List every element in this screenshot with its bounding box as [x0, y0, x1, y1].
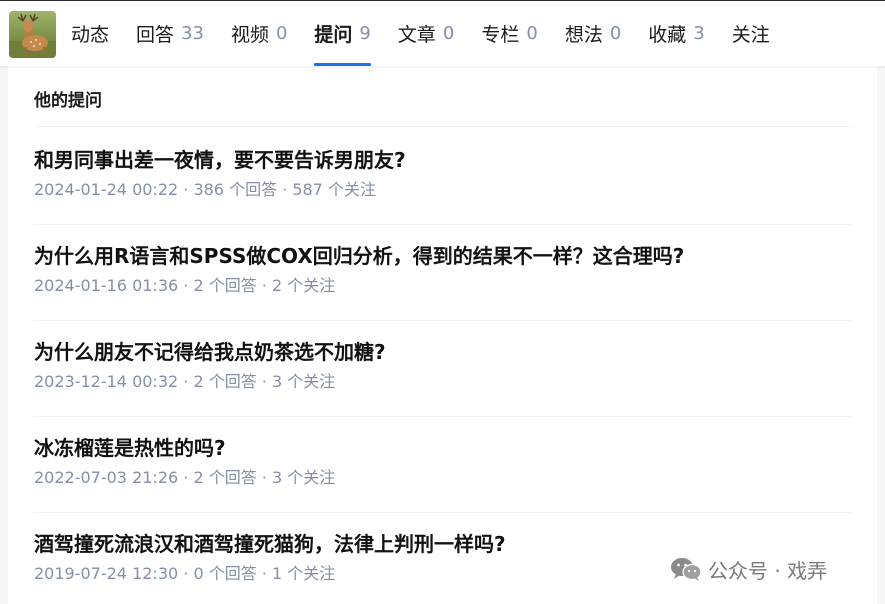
tab-label: 收藏	[648, 24, 687, 46]
question-meta: 2022-07-03 21:26 · 2 个回答 · 3 个关注	[34, 468, 336, 487]
tab-questions[interactable]: 提问 9	[314, 1, 372, 66]
tab-label: 想法	[564, 24, 603, 46]
tab-following[interactable]: 关注	[732, 1, 770, 66]
tab-count: 9	[359, 23, 371, 44]
tab-label: 关注	[731, 24, 770, 46]
question-meta: 2023-12-14 00:32 · 2 个回答 · 3 个关注	[34, 372, 336, 391]
tab-count: 0	[442, 23, 455, 44]
tab-label: 回答	[136, 24, 175, 46]
divider	[34, 512, 852, 513]
watermark: 公众号 · 戏弄	[670, 552, 827, 586]
divider	[34, 126, 852, 127]
tab-count: 0	[609, 23, 622, 44]
question-item[interactable]: 为什么用R语言和SPSS做COX回归分析，得到的结果不一样？这合理吗? 2024…	[34, 242, 852, 297]
avatar[interactable]	[9, 11, 56, 58]
wechat-icon	[671, 558, 702, 581]
tab-label: 文章	[397, 24, 436, 46]
tab-label: 视频	[230, 24, 269, 46]
watermark-text: 公众号 · 戏弄	[708, 558, 828, 583]
divider	[34, 320, 852, 321]
deer-avatar-image	[9, 11, 56, 58]
question-meta: 2024-01-24 00:22 · 386 个回答 · 587 个关注	[34, 180, 376, 199]
tab-collections[interactable]: 收藏 3	[648, 1, 704, 66]
tab-answers[interactable]: 回答 33	[136, 1, 204, 66]
question-title[interactable]: 和男同事出差一夜情，要不要告诉男朋友?	[34, 146, 852, 174]
question-item[interactable]: 和男同事出差一夜情，要不要告诉男朋友? 2024-01-24 00:22 · 3…	[34, 146, 852, 201]
tab-thoughts[interactable]: 想法 0	[565, 1, 621, 66]
tab-count: 0	[526, 23, 538, 44]
question-title[interactable]: 冰冻榴莲是热性的吗?	[34, 434, 852, 462]
tab-list: 动态 回答 33 视频 0 提问 9 文章 0 专栏 0 想法 0 收藏 3 关注	[71, 1, 797, 66]
tab-videos[interactable]: 视频 0	[231, 1, 287, 66]
profile-page: 动态 回答 33 视频 0 提问 9 文章 0 专栏 0 想法 0 收藏 3 关注 他的提问 …	[0, 0, 885, 604]
divider	[34, 224, 852, 225]
divider	[34, 416, 852, 417]
tab-count: 33	[181, 23, 204, 44]
section-title: 他的提问	[34, 91, 102, 111]
tab-label: 提问	[314, 24, 353, 46]
question-item[interactable]: 为什么朋友不记得给我点奶茶选不加糖? 2023-12-14 00:32 · 2 …	[34, 338, 852, 393]
question-title[interactable]: 为什么用R语言和SPSS做COX回归分析，得到的结果不一样？这合理吗?	[34, 242, 852, 270]
tab-columns[interactable]: 专栏 0	[481, 1, 537, 66]
tab-count: 0	[275, 23, 288, 44]
question-title[interactable]: 为什么朋友不记得给我点奶茶选不加糖?	[34, 338, 852, 366]
tab-label: 动态	[71, 24, 110, 46]
questions-card: 他的提问 和男同事出差一夜情，要不要告诉男朋友? 2024-01-24 00:2…	[8, 66, 877, 604]
question-item[interactable]: 冰冻榴莲是热性的吗? 2022-07-03 21:26 · 2 个回答 · 3 …	[34, 434, 852, 489]
question-meta: 2024-01-16 01:36 · 2 个回答 · 2 个关注	[34, 276, 336, 295]
tab-activity[interactable]: 动态	[71, 1, 109, 66]
profile-tab-bar: 动态 回答 33 视频 0 提问 9 文章 0 专栏 0 想法 0 收藏 3 关注	[0, 0, 885, 66]
tab-label: 专栏	[481, 24, 520, 46]
tab-articles[interactable]: 文章 0	[398, 1, 454, 66]
tab-count: 3	[693, 23, 705, 44]
